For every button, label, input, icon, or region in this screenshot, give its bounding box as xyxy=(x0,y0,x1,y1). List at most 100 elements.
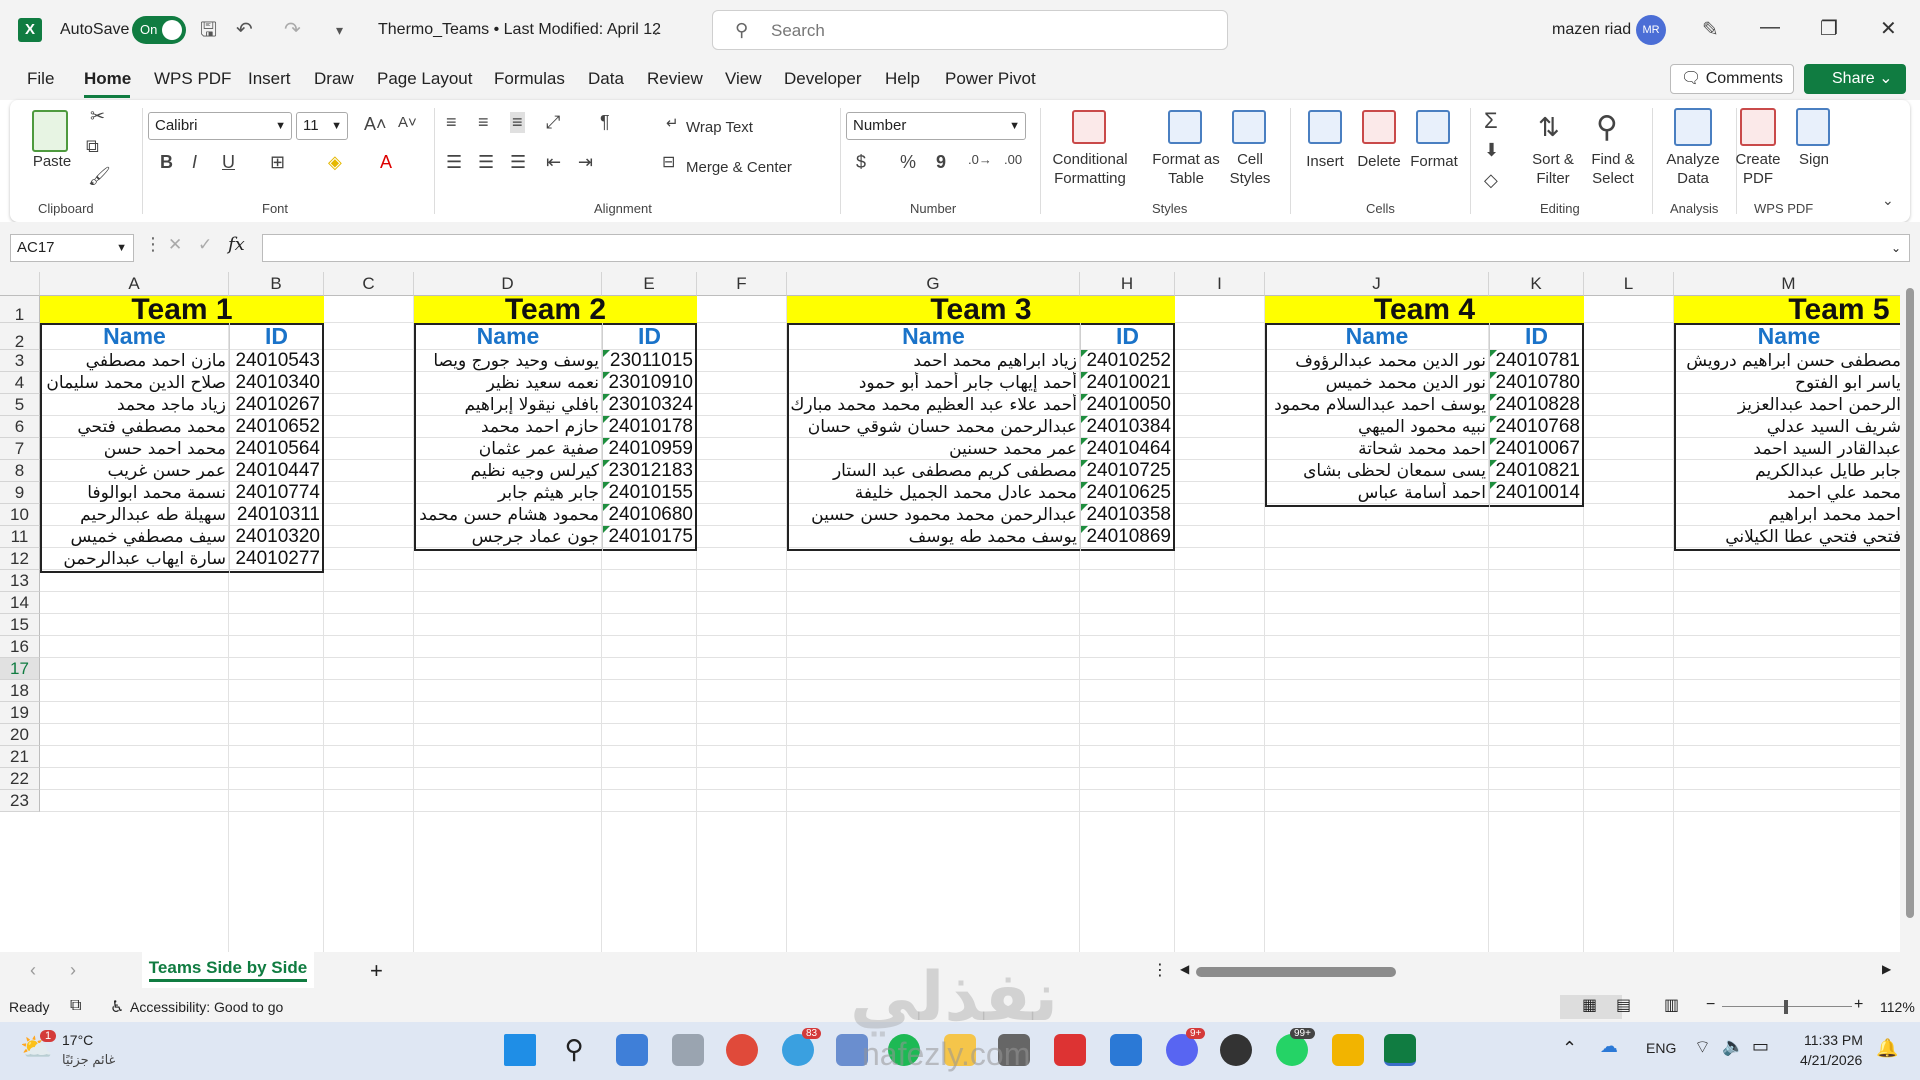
decrease-decimal-icon[interactable]: .00 xyxy=(1004,152,1022,167)
member-name-cell[interactable]: نعمه سعيد نظير xyxy=(414,372,602,394)
find-select-button[interactable]: Find & Select xyxy=(1584,150,1642,188)
member-id-cell[interactable]: 24010780 xyxy=(1489,372,1584,394)
delete-cells-icon[interactable] xyxy=(1362,110,1396,144)
member-name-cell[interactable]: جابر طايل عبدالكريم xyxy=(1674,460,1900,482)
align-middle-icon[interactable]: ≡ xyxy=(478,112,489,133)
member-name-cell[interactable]: محمد علي احمد xyxy=(1674,482,1900,504)
member-id-cell[interactable]: 24010021 xyxy=(1080,372,1175,394)
restore-icon[interactable]: ❐ xyxy=(1820,16,1838,41)
text-direction-icon[interactable]: ¶ xyxy=(600,112,610,133)
member-name-cell[interactable]: يوسف محمد طه يوسف xyxy=(787,526,1080,548)
member-name-cell[interactable]: نور الدين محمد خميس xyxy=(1265,372,1489,394)
comments-button[interactable]: 🗨 Comments xyxy=(1670,64,1794,94)
row-header-12[interactable]: 12 xyxy=(0,548,40,570)
number-as-text-warning-icon[interactable] xyxy=(1490,372,1497,379)
wrap-text-icon[interactable]: ↵ xyxy=(666,114,679,132)
file-manager-icon[interactable] xyxy=(672,1034,704,1066)
member-name-cell[interactable]: بافلي نيقولا إبراهيم xyxy=(414,394,602,416)
task-view-icon[interactable] xyxy=(616,1034,648,1066)
zoom-in-icon[interactable]: + xyxy=(1854,996,1863,1014)
row-header-2[interactable]: 2 xyxy=(0,323,40,351)
insert-cells-button[interactable]: Insert xyxy=(1300,152,1350,171)
minimize-icon[interactable]: — xyxy=(1760,16,1780,39)
number-as-text-warning-icon[interactable] xyxy=(1490,460,1497,467)
member-name-cell[interactable]: نبيه محمود الميهي xyxy=(1265,416,1489,438)
member-name-cell[interactable]: عمر محمد حسنين xyxy=(787,438,1080,460)
member-id-cell[interactable]: 24010768 xyxy=(1489,416,1584,438)
row-header-17[interactable]: 17 xyxy=(0,658,40,680)
sheet-tab-active[interactable]: Teams Side by Side xyxy=(142,952,314,988)
paste-button[interactable]: Paste xyxy=(30,152,74,171)
number-format-select[interactable]: Number ▼ xyxy=(846,112,1026,140)
member-name-cell[interactable]: عبدالرحمن محمد حسان شوقي حسان xyxy=(787,416,1080,438)
number-as-text-warning-icon[interactable] xyxy=(603,438,610,445)
wps-icon[interactable] xyxy=(1054,1034,1086,1066)
member-id-cell[interactable]: 24010959 xyxy=(602,438,697,460)
clock-time[interactable]: 11:33 PM xyxy=(1804,1032,1863,1048)
font-name-select[interactable]: Calibri ▼ xyxy=(148,112,292,140)
horizontal-scroll-thumb[interactable] xyxy=(1196,967,1396,977)
battery-icon[interactable]: ▭ xyxy=(1752,1036,1769,1057)
member-name-cell[interactable]: شريف السيد عدلي xyxy=(1674,416,1900,438)
conditional-formatting-button[interactable]: Conditional Formatting xyxy=(1050,150,1130,188)
number-as-text-warning-icon[interactable] xyxy=(1081,460,1088,467)
customize-toolbar-icon[interactable]: ▾ xyxy=(336,18,343,42)
create-pdf-icon[interactable] xyxy=(1740,108,1776,146)
macro-record-icon[interactable]: ⧉ xyxy=(70,997,81,1015)
scroll-left-icon[interactable]: ◀ xyxy=(1180,962,1189,976)
merge-icon[interactable]: ⊟ xyxy=(662,152,675,172)
row-header-16[interactable]: 16 xyxy=(0,636,40,658)
document-title[interactable]: Thermo_Teams • Last Modified: April 12 xyxy=(378,21,661,39)
collapse-ribbon-icon[interactable]: ⌄ xyxy=(1882,192,1894,209)
format-as-table-icon[interactable] xyxy=(1168,110,1202,144)
number-as-text-warning-icon[interactable] xyxy=(603,504,610,511)
increase-decimal-icon[interactable]: .0→ xyxy=(968,152,992,167)
member-name-cell[interactable]: مصطفى كريم مصطفى عبد الستار xyxy=(787,460,1080,482)
sign-button[interactable]: Sign xyxy=(1792,150,1836,169)
number-as-text-warning-icon[interactable] xyxy=(603,350,610,357)
add-sheet-button[interactable]: + xyxy=(370,958,383,984)
tab-review[interactable]: Review xyxy=(647,69,703,89)
member-name-cell[interactable]: حازم احمد محمد xyxy=(414,416,602,438)
member-name-cell[interactable]: صلاح الدين محمد سليمان xyxy=(40,372,229,394)
id-column-header[interactable]: ID xyxy=(602,323,697,350)
increase-indent-icon[interactable]: ⇥ xyxy=(578,152,593,173)
clear-icon[interactable]: ◇ xyxy=(1484,170,1498,191)
sign-icon[interactable] xyxy=(1796,108,1830,146)
autosum-icon[interactable]: Σ xyxy=(1484,108,1498,134)
row-header-22[interactable]: 22 xyxy=(0,768,40,790)
member-id-cell[interactable]: 24010725 xyxy=(1080,460,1175,482)
cancel-icon[interactable]: ✕ xyxy=(168,235,182,255)
decrease-font-icon[interactable]: A˅ xyxy=(398,114,417,131)
member-name-cell[interactable]: محمود هشام حسن محمد xyxy=(414,504,602,526)
insert-function-button[interactable]: fx xyxy=(228,234,245,255)
member-id-cell[interactable]: 23010910 xyxy=(602,372,697,394)
member-name-cell[interactable]: سيف مصطفي خميس xyxy=(40,526,229,548)
search-box[interactable]: ⚲ Search xyxy=(712,10,1228,50)
row-header-19[interactable]: 19 xyxy=(0,702,40,724)
member-name-cell[interactable]: محمد مصطفي فتحي xyxy=(40,416,229,438)
borders-icon[interactable]: ⊞ xyxy=(270,152,285,173)
row-header-7[interactable]: 7 xyxy=(0,438,40,460)
row-header-6[interactable]: 6 xyxy=(0,416,40,438)
member-name-cell[interactable]: فتحي فتحي عطا الكيلاني xyxy=(1674,526,1900,548)
number-as-text-warning-icon[interactable] xyxy=(1490,416,1497,423)
member-name-cell[interactable]: احمد أسامة عباس xyxy=(1265,482,1489,504)
member-name-cell[interactable]: احمد محمد ابراهيم xyxy=(1674,504,1900,526)
row-header-11[interactable]: 11 xyxy=(0,526,40,548)
tab-wps-pdf[interactable]: WPS PDF xyxy=(154,69,231,89)
notifications-icon[interactable]: 🔔 xyxy=(1876,1038,1898,1059)
merge-center-button[interactable]: Merge & Center xyxy=(686,158,792,177)
member-id-cell[interactable]: 24010680 xyxy=(602,504,697,526)
formula-input[interactable]: ⌄ xyxy=(262,234,1910,262)
row-header-23[interactable]: 23 xyxy=(0,790,40,812)
analyze-data-button[interactable]: Analyze Data xyxy=(1658,150,1728,188)
conditional-formatting-icon[interactable] xyxy=(1072,110,1106,144)
member-name-cell[interactable]: زياد ابراهيم محمد احمد xyxy=(787,350,1080,372)
column-header-e[interactable]: E xyxy=(602,272,697,296)
currency-button[interactable]: $ xyxy=(856,152,866,173)
member-name-cell[interactable]: زياد ماجد محمد xyxy=(40,394,229,416)
row-header-4[interactable]: 4 xyxy=(0,372,40,394)
powerbi-icon[interactable] xyxy=(1332,1034,1364,1066)
number-as-text-warning-icon[interactable] xyxy=(1081,504,1088,511)
